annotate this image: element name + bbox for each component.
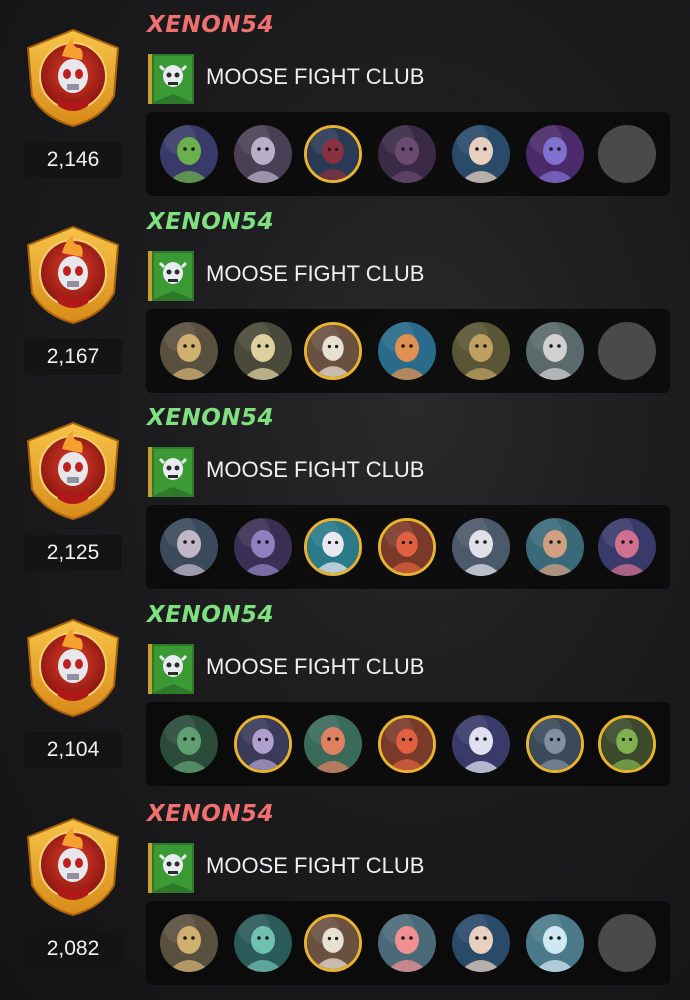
- crimson-beast-card-icon[interactable]: [378, 518, 436, 576]
- team-lineup: [146, 702, 670, 786]
- guild-name[interactable]: MOOSE FIGHT CLUB: [206, 62, 424, 92]
- empty-slot: [598, 322, 656, 380]
- glass-tank-creature-card-icon[interactable]: [234, 914, 292, 972]
- blonde-warrior-card-icon[interactable]: [160, 914, 218, 972]
- guild-name[interactable]: MOOSE FIGHT CLUB: [206, 259, 424, 289]
- storm-wizard-card-icon[interactable]: [526, 715, 584, 773]
- player-name-link[interactable]: XENON54: [147, 799, 274, 829]
- battle-entry[interactable]: 2,125 XENON54 MOOSE FIGHT CLUB: [0, 393, 690, 590]
- brown-haired-heroine-card-icon[interactable]: [526, 518, 584, 576]
- empty-slot: [598, 125, 656, 183]
- green-goblin-mage-card-icon[interactable]: [160, 125, 218, 183]
- white-haired-elder-card-icon[interactable]: [304, 914, 362, 972]
- league-badge-icon: [22, 26, 124, 130]
- white-sea-serpent-card-icon[interactable]: [304, 518, 362, 576]
- team-lineup: [146, 309, 670, 393]
- blue-haired-swordsman-card-icon[interactable]: [452, 125, 510, 183]
- forest-ranger-card-icon[interactable]: [160, 715, 218, 773]
- league-badge-icon: [22, 223, 124, 327]
- player-name-link[interactable]: XENON54: [147, 10, 274, 40]
- league-badge-icon: [22, 419, 124, 523]
- battle-entry[interactable]: 2,146 XENON54 MOOSE FIGHT CLUB: [0, 0, 690, 197]
- ice-sorceress-card-icon[interactable]: [378, 322, 436, 380]
- white-griffin-card-icon[interactable]: [452, 518, 510, 576]
- player-rating: 2,082: [24, 931, 122, 967]
- league-badge-icon: [22, 616, 124, 720]
- green-goblin-chief-card-icon[interactable]: [598, 715, 656, 773]
- empty-slot: [598, 914, 656, 972]
- silver-haired-assassin-card-icon[interactable]: [160, 518, 218, 576]
- shadow-bat-card-icon[interactable]: [378, 125, 436, 183]
- armored-knight-card-icon[interactable]: [234, 125, 292, 183]
- player-name-link[interactable]: XENON54: [147, 600, 274, 630]
- purple-dragon-warrior-card-icon[interactable]: [234, 518, 292, 576]
- white-haired-elder-card-icon[interactable]: [304, 322, 362, 380]
- league-badge-icon: [22, 815, 124, 919]
- dark-mushroom-creature-card-icon[interactable]: [304, 125, 362, 183]
- team-lineup: [146, 505, 670, 589]
- guild-banner-icon: [148, 447, 194, 497]
- temple-priest-card-icon[interactable]: [452, 322, 510, 380]
- white-unicorn-card-icon[interactable]: [452, 715, 510, 773]
- blue-haired-swordsman-card-icon[interactable]: [452, 914, 510, 972]
- guild-banner-icon: [148, 251, 194, 301]
- golden-knight-card-icon[interactable]: [234, 322, 292, 380]
- guild-banner-icon: [148, 54, 194, 104]
- battle-entry[interactable]: 2,082 XENON54 MOOSE FIGHT CLUB: [0, 789, 690, 986]
- frost-spirit-card-icon[interactable]: [526, 914, 584, 972]
- guild-name[interactable]: MOOSE FIGHT CLUB: [206, 455, 424, 485]
- hooded-void-mage-card-icon[interactable]: [526, 125, 584, 183]
- grey-wolf-card-icon[interactable]: [526, 322, 584, 380]
- coral-sea-creature-card-icon[interactable]: [304, 715, 362, 773]
- player-rating: 2,146: [24, 142, 122, 178]
- guild-banner-icon: [148, 843, 194, 893]
- player-name-link[interactable]: XENON54: [147, 207, 274, 237]
- player-rating: 2,167: [24, 339, 122, 375]
- pink-haired-rogue-card-icon[interactable]: [598, 518, 656, 576]
- player-name-link[interactable]: XENON54: [147, 403, 274, 433]
- player-rating: 2,125: [24, 535, 122, 571]
- battle-entry[interactable]: 2,167 XENON54 MOOSE FIGHT CLUB: [0, 197, 690, 394]
- guild-name[interactable]: MOOSE FIGHT CLUB: [206, 851, 424, 881]
- team-lineup: [146, 112, 670, 196]
- team-lineup: [146, 901, 670, 985]
- guild-banner-icon: [148, 644, 194, 694]
- blonde-warrior-card-icon[interactable]: [160, 322, 218, 380]
- player-rating: 2,104: [24, 732, 122, 768]
- lavender-mouse-card-icon[interactable]: [234, 715, 292, 773]
- pink-mermaid-card-icon[interactable]: [378, 914, 436, 972]
- guild-name[interactable]: MOOSE FIGHT CLUB: [206, 652, 424, 682]
- battle-entry[interactable]: 2,104 XENON54 MOOSE FIGHT CLUB: [0, 590, 690, 787]
- crimson-beast-card-icon[interactable]: [378, 715, 436, 773]
